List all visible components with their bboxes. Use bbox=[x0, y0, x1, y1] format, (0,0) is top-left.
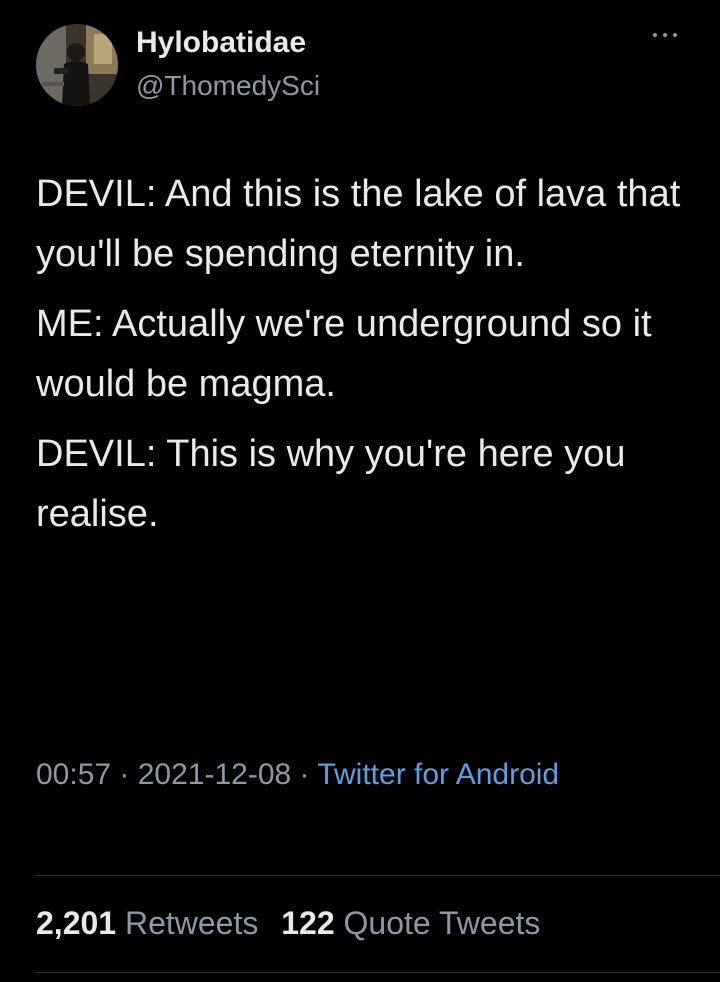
tweet-header: Hylobatidae @ThomedySci bbox=[36, 20, 684, 110]
tweet-paragraph-3: DEVIL: This is why you're here you reali… bbox=[36, 433, 626, 535]
tweet-time[interactable]: 00:57 bbox=[36, 758, 111, 791]
tweet-body: DEVIL: And this is the lake of lava that… bbox=[36, 164, 696, 554]
avatar-photo bbox=[36, 24, 118, 106]
retweets-stat[interactable]: 2,201 Retweets bbox=[36, 898, 258, 948]
author-handle[interactable]: @ThomedySci bbox=[136, 68, 320, 104]
tweet-date[interactable]: 2021-12-08 bbox=[138, 758, 291, 791]
divider bbox=[36, 875, 720, 876]
tweet-source-link[interactable]: Twitter for Android bbox=[317, 758, 559, 791]
meta-separator-1: · bbox=[111, 758, 138, 791]
retweets-count: 2,201 bbox=[36, 905, 117, 941]
tweet-stats: 2,201 Retweets 122 Quote Tweets bbox=[36, 898, 554, 948]
author-names: Hylobatidae @ThomedySci bbox=[136, 24, 320, 104]
divider-bottom bbox=[36, 972, 720, 973]
quote-tweets-count: 122 bbox=[281, 905, 335, 941]
meta-separator-2: · bbox=[291, 758, 318, 791]
tweet-paragraph-1: DEVIL: And this is the lake of lava that… bbox=[36, 173, 681, 275]
avatar[interactable] bbox=[36, 24, 118, 106]
tweet: Hylobatidae @ThomedySci DEVIL: And this … bbox=[0, 0, 720, 982]
quote-tweets-stat[interactable]: 122 Quote Tweets bbox=[281, 898, 540, 948]
author-display-name[interactable]: Hylobatidae bbox=[136, 24, 320, 62]
more-options-icon[interactable] bbox=[652, 30, 678, 40]
retweets-label: Retweets bbox=[124, 905, 259, 941]
tweet-meta: 00:57 · 2021-12-08 · Twitter for Android bbox=[36, 750, 686, 800]
tweet-paragraph-2: ME: Actually we're underground so it wou… bbox=[36, 303, 652, 405]
quote-tweets-label: Quote Tweets bbox=[343, 905, 541, 941]
